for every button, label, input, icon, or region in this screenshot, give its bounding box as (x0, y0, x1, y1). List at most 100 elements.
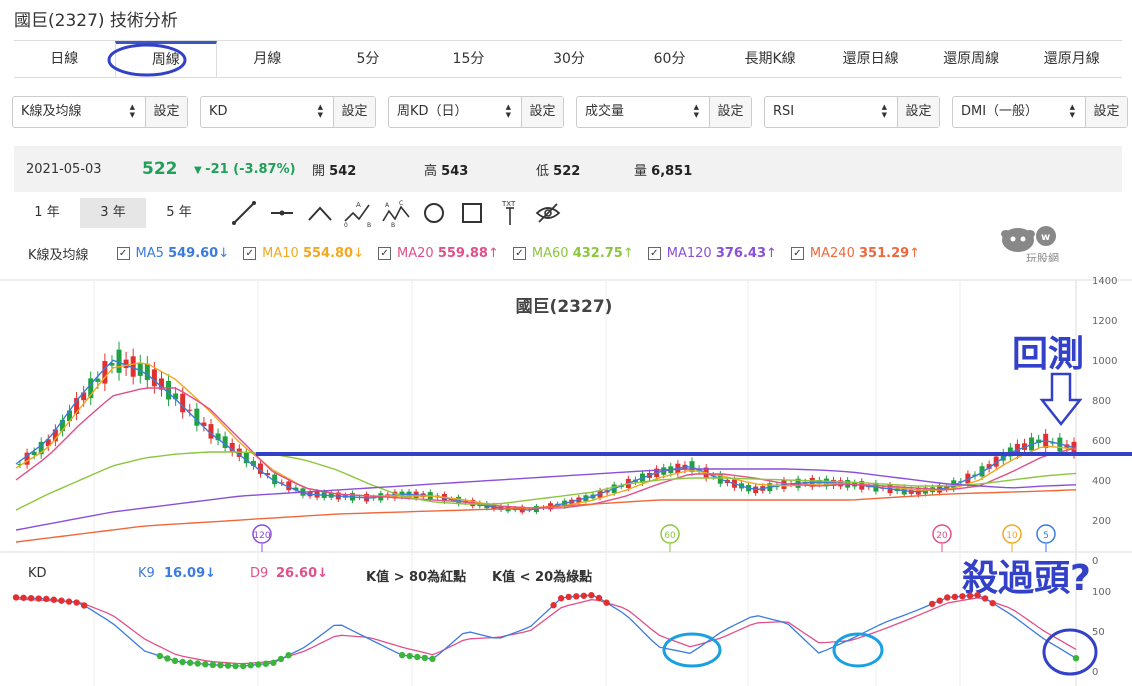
kd-green-dot (406, 652, 413, 660)
kd-green-dot (209, 661, 217, 669)
tab-7[interactable]: 長期K線 (720, 41, 821, 77)
kd-green-dot (239, 662, 247, 670)
ma-legend-ma120[interactable]: ✓ MA120 376.43 ↑ (647, 244, 777, 263)
settings-button[interactable]: 設定 (1085, 97, 1127, 127)
range-button-1[interactable]: 3 年 (80, 198, 146, 228)
kd-green-dot (217, 661, 224, 669)
quote-low: 低 522 (536, 160, 580, 179)
line-tool-icon[interactable] (228, 198, 260, 228)
abcd-pattern-icon[interactable]: A C B (380, 198, 412, 228)
settings-button[interactable]: 設定 (333, 97, 375, 127)
checkbox-checked-icon[interactable]: ✓ (790, 247, 804, 260)
ma-name: MA20 (397, 246, 434, 261)
kd-d-number: 26.60 (276, 566, 318, 581)
ma-value: 559.88 (437, 246, 488, 261)
checkbox-checked-icon[interactable]: ✓ (378, 247, 392, 260)
checkbox-checked-icon[interactable]: ✓ (647, 247, 661, 260)
kd-green-dot (224, 662, 232, 669)
kd-red-dot (936, 597, 943, 604)
ma-legend-ma20[interactable]: ✓ MA20 559.88 ↑ (378, 244, 499, 263)
settings-button[interactable]: 設定 (897, 97, 939, 127)
tab-8[interactable]: 還原日線 (820, 41, 921, 77)
ma-arrow: ↓ (218, 246, 230, 261)
kd-green-dot (202, 661, 209, 668)
settings-button[interactable]: 設定 (145, 97, 187, 127)
ma-legend-ma10[interactable]: ✓ MA10 554.80 ↓ (243, 244, 364, 263)
ma-name: MA5 (135, 246, 164, 261)
txt-label: TXT (501, 200, 516, 208)
ma-name: MA240 (809, 246, 855, 261)
settings-button[interactable]: 設定 (709, 97, 751, 127)
kd-green-dot (232, 662, 239, 670)
kd-red-dot (595, 594, 603, 602)
kd-note-green: K值 < 20為綠點 (492, 570, 593, 585)
high-value: 543 (441, 163, 469, 179)
ma-legend-ma240[interactable]: ✓ MA240 351.29 ↑ (790, 244, 920, 263)
kd-red-dot (557, 595, 565, 602)
angle-tool-icon[interactable] (304, 198, 336, 228)
tab-3[interactable]: 5分 (318, 41, 419, 77)
svg-text:B: B (367, 222, 371, 227)
ma-legend: K線及均線 ✓ MA5 549.60 ↓ ✓ MA10 554.80 ↓ ✓ MA20 559… (28, 244, 934, 263)
checkbox-checked-icon[interactable]: ✓ (116, 247, 130, 260)
segment-tool-icon[interactable] (266, 198, 298, 228)
indicator-dropdown[interactable]: RSI ▲ ▼ (765, 97, 897, 127)
kd-red-dot (58, 597, 65, 604)
circle-tool-icon[interactable] (418, 198, 450, 228)
range-button-0[interactable]: 1 年 (14, 198, 80, 228)
kd-d-arrow: ↓ (317, 566, 329, 581)
ma-legend-ma5[interactable]: ✓ MA5 549.60 ↓ (116, 244, 230, 263)
kd-k-number: 16.09 (164, 566, 206, 581)
ma-name: MA120 (666, 246, 712, 261)
kd-green-dot (285, 652, 292, 659)
indicator-dropdown[interactable]: KD ▲ ▼ (201, 97, 333, 127)
tab-1[interactable]: 周線 (114, 41, 218, 77)
kd-k-value: 16.09↓ (164, 566, 216, 581)
svg-text:B: B (391, 222, 395, 227)
annotation-oversold: 殺過頭? (962, 558, 1091, 599)
kd-k-arrow: ↓ (205, 566, 217, 581)
open-label: 開 (312, 163, 326, 179)
kd-green-dot (156, 652, 164, 660)
checkbox-checked-icon[interactable]: ✓ (512, 247, 526, 260)
ma-value: 554.80 (302, 246, 354, 261)
indicator-dropdown[interactable]: 成交量 ▲ ▼ (577, 97, 709, 127)
price-chart[interactable]: 1400 1200 1000 800 600 400 200 0 100 50 0 國巨(2327) 1… (0, 262, 1132, 686)
tab-6[interactable]: 60分 (619, 41, 720, 77)
text-tool-icon[interactable]: TXT (494, 198, 526, 228)
svg-text:A: A (356, 201, 361, 209)
kd-red-dot (588, 592, 595, 599)
tab-4[interactable]: 15分 (418, 41, 519, 77)
checkbox-checked-icon[interactable]: ✓ (243, 247, 257, 260)
settings-button[interactable]: 設定 (521, 97, 563, 127)
kd-green-dot (262, 660, 270, 667)
tab-9[interactable]: 還原周線 (921, 41, 1022, 77)
kd-k-label: K9 (138, 566, 155, 581)
quote-bar: 2021-05-03 522 ▼ -21 (-3.87%) 開 542 高 54… (14, 146, 1122, 192)
kd-red-dot (974, 591, 981, 599)
quote-date: 2021-05-03 (26, 161, 102, 177)
indicator-dropdown[interactable]: DMI（一般） ▲ ▼ (953, 97, 1085, 127)
abc-pattern-icon[interactable]: A 0 B (342, 198, 374, 228)
kd-green-dot (247, 662, 254, 669)
indicator-select-0: K線及均線 ▲ ▼ 設定 (12, 96, 188, 128)
ma-value: 351.29 (859, 246, 910, 261)
range-button-2[interactable]: 5 年 (146, 198, 212, 228)
ma-marker-label: 60 (664, 531, 676, 541)
kd-green-dot (171, 657, 179, 665)
tab-2[interactable]: 月線 (217, 41, 318, 77)
indicator-select-2: 周KD（日） ▲ ▼ 設定 (388, 96, 564, 128)
indicator-dropdown[interactable]: 周KD（日） ▲ ▼ (389, 97, 521, 127)
tab-10[interactable]: 還原月線 (1021, 41, 1122, 77)
tab-5[interactable]: 30分 (519, 41, 620, 77)
hide-eye-icon[interactable] (532, 198, 564, 228)
ma-legend-ma60[interactable]: ✓ MA60 432.75 ↑ (512, 244, 634, 263)
rectangle-tool-icon[interactable] (456, 198, 488, 228)
indicator-dropdown[interactable]: K線及均線 ▲ ▼ (13, 97, 145, 127)
low-value: 522 (553, 163, 581, 179)
kd-red-dot (981, 595, 989, 602)
tab-0[interactable]: 日線 (14, 41, 115, 77)
indicator-value: KD (209, 104, 228, 119)
indicator-selectors: K線及均線 ▲ ▼ 設定 KD ▲ ▼ 設定 周KD（日） ▲ ▼ 設定 成交量 ▲ ▼ 設定 RSI ▲ ▼ 設定 D… (12, 96, 1128, 128)
price-tick-label: 600 (1092, 436, 1111, 447)
